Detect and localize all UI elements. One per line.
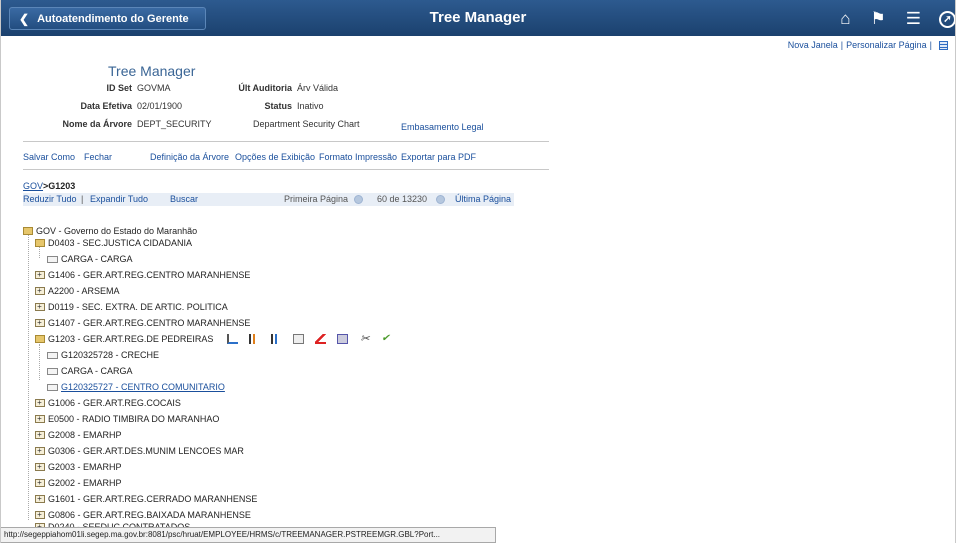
window-frame <box>0 0 956 543</box>
